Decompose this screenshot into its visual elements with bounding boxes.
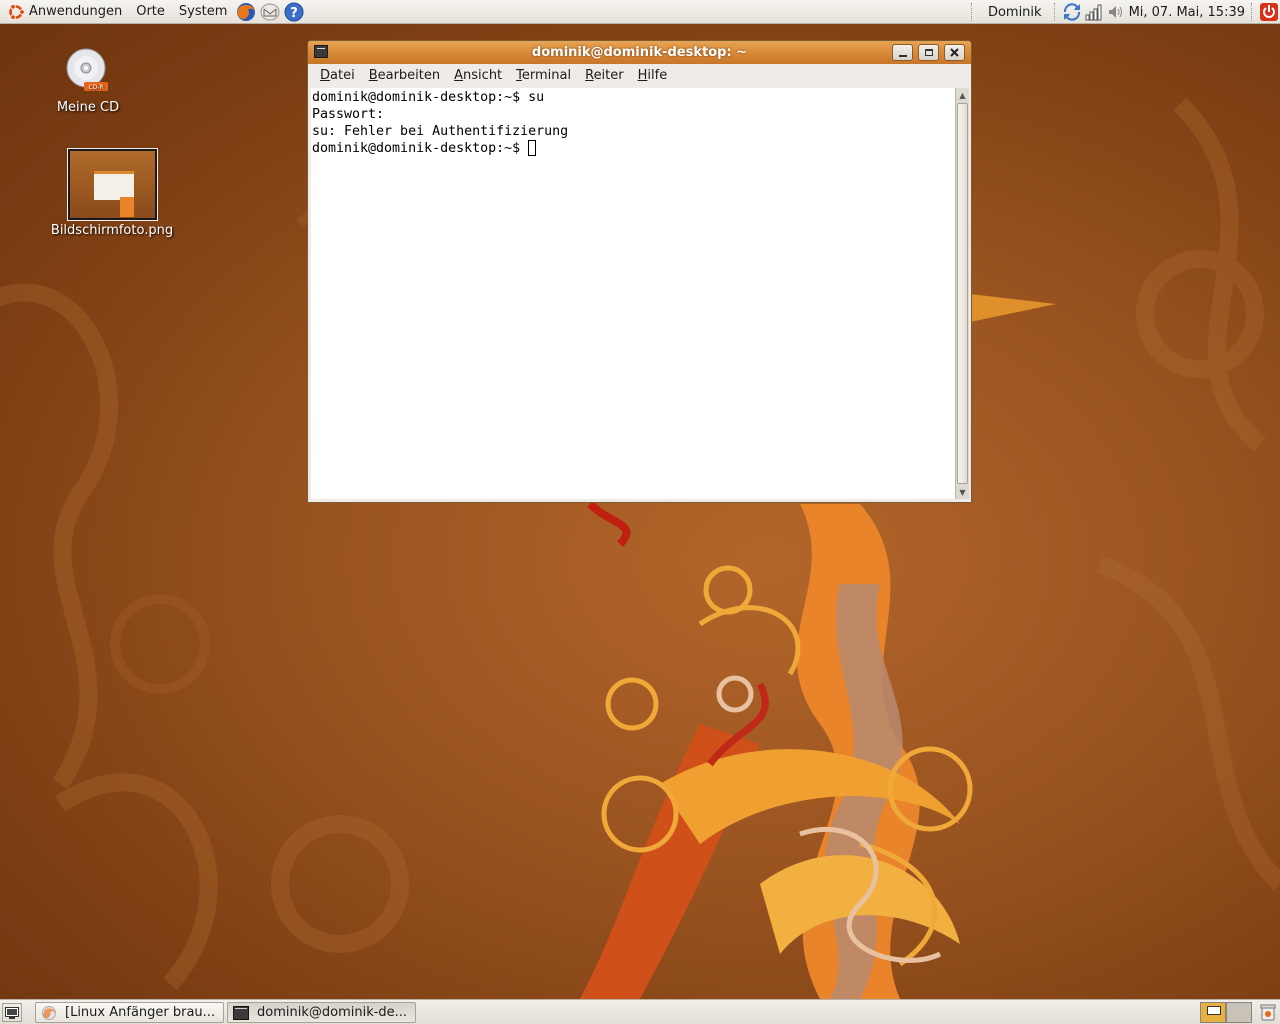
update-notifier-icon[interactable] <box>1061 1 1083 23</box>
menu-places[interactable]: Orte <box>129 0 172 24</box>
mail-launcher-icon[interactable] <box>259 1 281 23</box>
power-icon[interactable] <box>1258 1 1280 23</box>
terminal-cursor <box>528 140 537 156</box>
workspace-1[interactable] <box>1200 1002 1226 1023</box>
terminal-icon <box>233 1005 249 1020</box>
menu-view[interactable]: Ansicht <box>447 68 509 83</box>
svg-text:?: ? <box>291 6 299 21</box>
ubuntu-logo-icon[interactable] <box>6 2 26 22</box>
scroll-up-icon[interactable]: ▲ <box>956 88 969 102</box>
clock[interactable]: Mi, 07. Mai, 15:39 <box>1127 5 1249 20</box>
terminal-scrollbar[interactable]: ▲ ▼ <box>955 88 969 499</box>
cd-badge: CD-R <box>88 84 103 91</box>
scrollbar-thumb[interactable] <box>957 103 968 484</box>
taskbar-item-firefox[interactable]: [Linux Anfänger brau... <box>35 1002 224 1023</box>
maximize-button[interactable] <box>918 44 939 61</box>
taskbar-item-label: [Linux Anfänger brau... <box>65 1005 216 1020</box>
menu-system[interactable]: System <box>172 0 234 24</box>
desktop-icon-cd[interactable]: CD-R Meine CD <box>48 46 128 115</box>
menu-edit[interactable]: Bearbeiten <box>362 68 447 83</box>
close-button[interactable] <box>944 44 965 61</box>
firefox-icon <box>42 1005 56 1020</box>
help-launcher-icon[interactable]: ? <box>283 1 305 23</box>
menu-applications[interactable]: Anwendungen <box>26 0 129 24</box>
trash-icon[interactable] <box>1259 1003 1277 1021</box>
show-desktop-button[interactable] <box>2 1003 22 1022</box>
taskbar-item-label: dominik@dominik-de... <box>257 1005 408 1020</box>
taskbar-item-terminal[interactable]: dominik@dominik-de... <box>227 1002 416 1023</box>
menubar: Datei Bearbeiten Ansicht Terminal Reiter… <box>308 64 971 87</box>
menu-help[interactable]: Hilfe <box>631 68 675 83</box>
image-thumbnail-icon <box>66 148 158 221</box>
desktop-icon-label: Bildschirmfoto.png <box>50 223 174 238</box>
terminal-line: dominik@dominik-desktop:~$ su <box>312 90 545 105</box>
terminal-prompt: dominik@dominik-desktop:~$ <box>312 141 529 156</box>
top-panel: Anwendungen Orte System ? Dominik Mi, 07… <box>0 0 1280 24</box>
terminal-window[interactable]: dominik@dominik-desktop: ~ Datei Bearbei… <box>307 40 972 503</box>
network-signal-icon[interactable] <box>1083 1 1105 23</box>
terminal-prompt-line: dominik@dominik-desktop:~$ <box>312 140 955 157</box>
minimize-icon <box>898 54 907 57</box>
show-desktop-icon <box>5 1006 19 1019</box>
menu-terminal[interactable]: Terminal <box>509 68 578 83</box>
window-titlebar[interactable]: dominik@dominik-desktop: ~ <box>308 41 971 64</box>
workspace-2[interactable] <box>1226 1002 1252 1023</box>
menu-file[interactable]: Datei <box>313 68 362 83</box>
panel-separator <box>1053 3 1059 21</box>
bottom-panel: [Linux Anfänger brau... dominik@dominik-… <box>0 999 1280 1024</box>
cd-icon: CD-R <box>66 48 108 91</box>
window-title: dominik@dominik-desktop: ~ <box>531 45 748 60</box>
panel-separator <box>1251 3 1256 21</box>
minimize-button[interactable] <box>892 44 913 61</box>
workspace-window-preview <box>1207 1006 1221 1015</box>
scroll-down-icon[interactable]: ▼ <box>956 485 969 499</box>
menu-tabs[interactable]: Reiter <box>578 68 631 83</box>
desktop-icon-label: Meine CD <box>56 100 120 115</box>
close-icon <box>950 48 959 57</box>
firefox-launcher-icon[interactable] <box>235 1 257 23</box>
desktop-icon-screenshot[interactable]: Bildschirmfoto.png <box>44 148 180 238</box>
maximize-icon <box>924 49 933 56</box>
terminal-output[interactable]: dominik@dominik-desktop:~$ su Passwort: … <box>311 88 955 499</box>
terminal-line: Passwort: <box>312 107 385 122</box>
user-switcher[interactable]: Dominik <box>978 5 1052 20</box>
terminal-line: su: Fehler bei Authentifizierung <box>312 124 569 139</box>
panel-separator <box>970 3 976 21</box>
volume-icon[interactable] <box>1105 1 1127 23</box>
